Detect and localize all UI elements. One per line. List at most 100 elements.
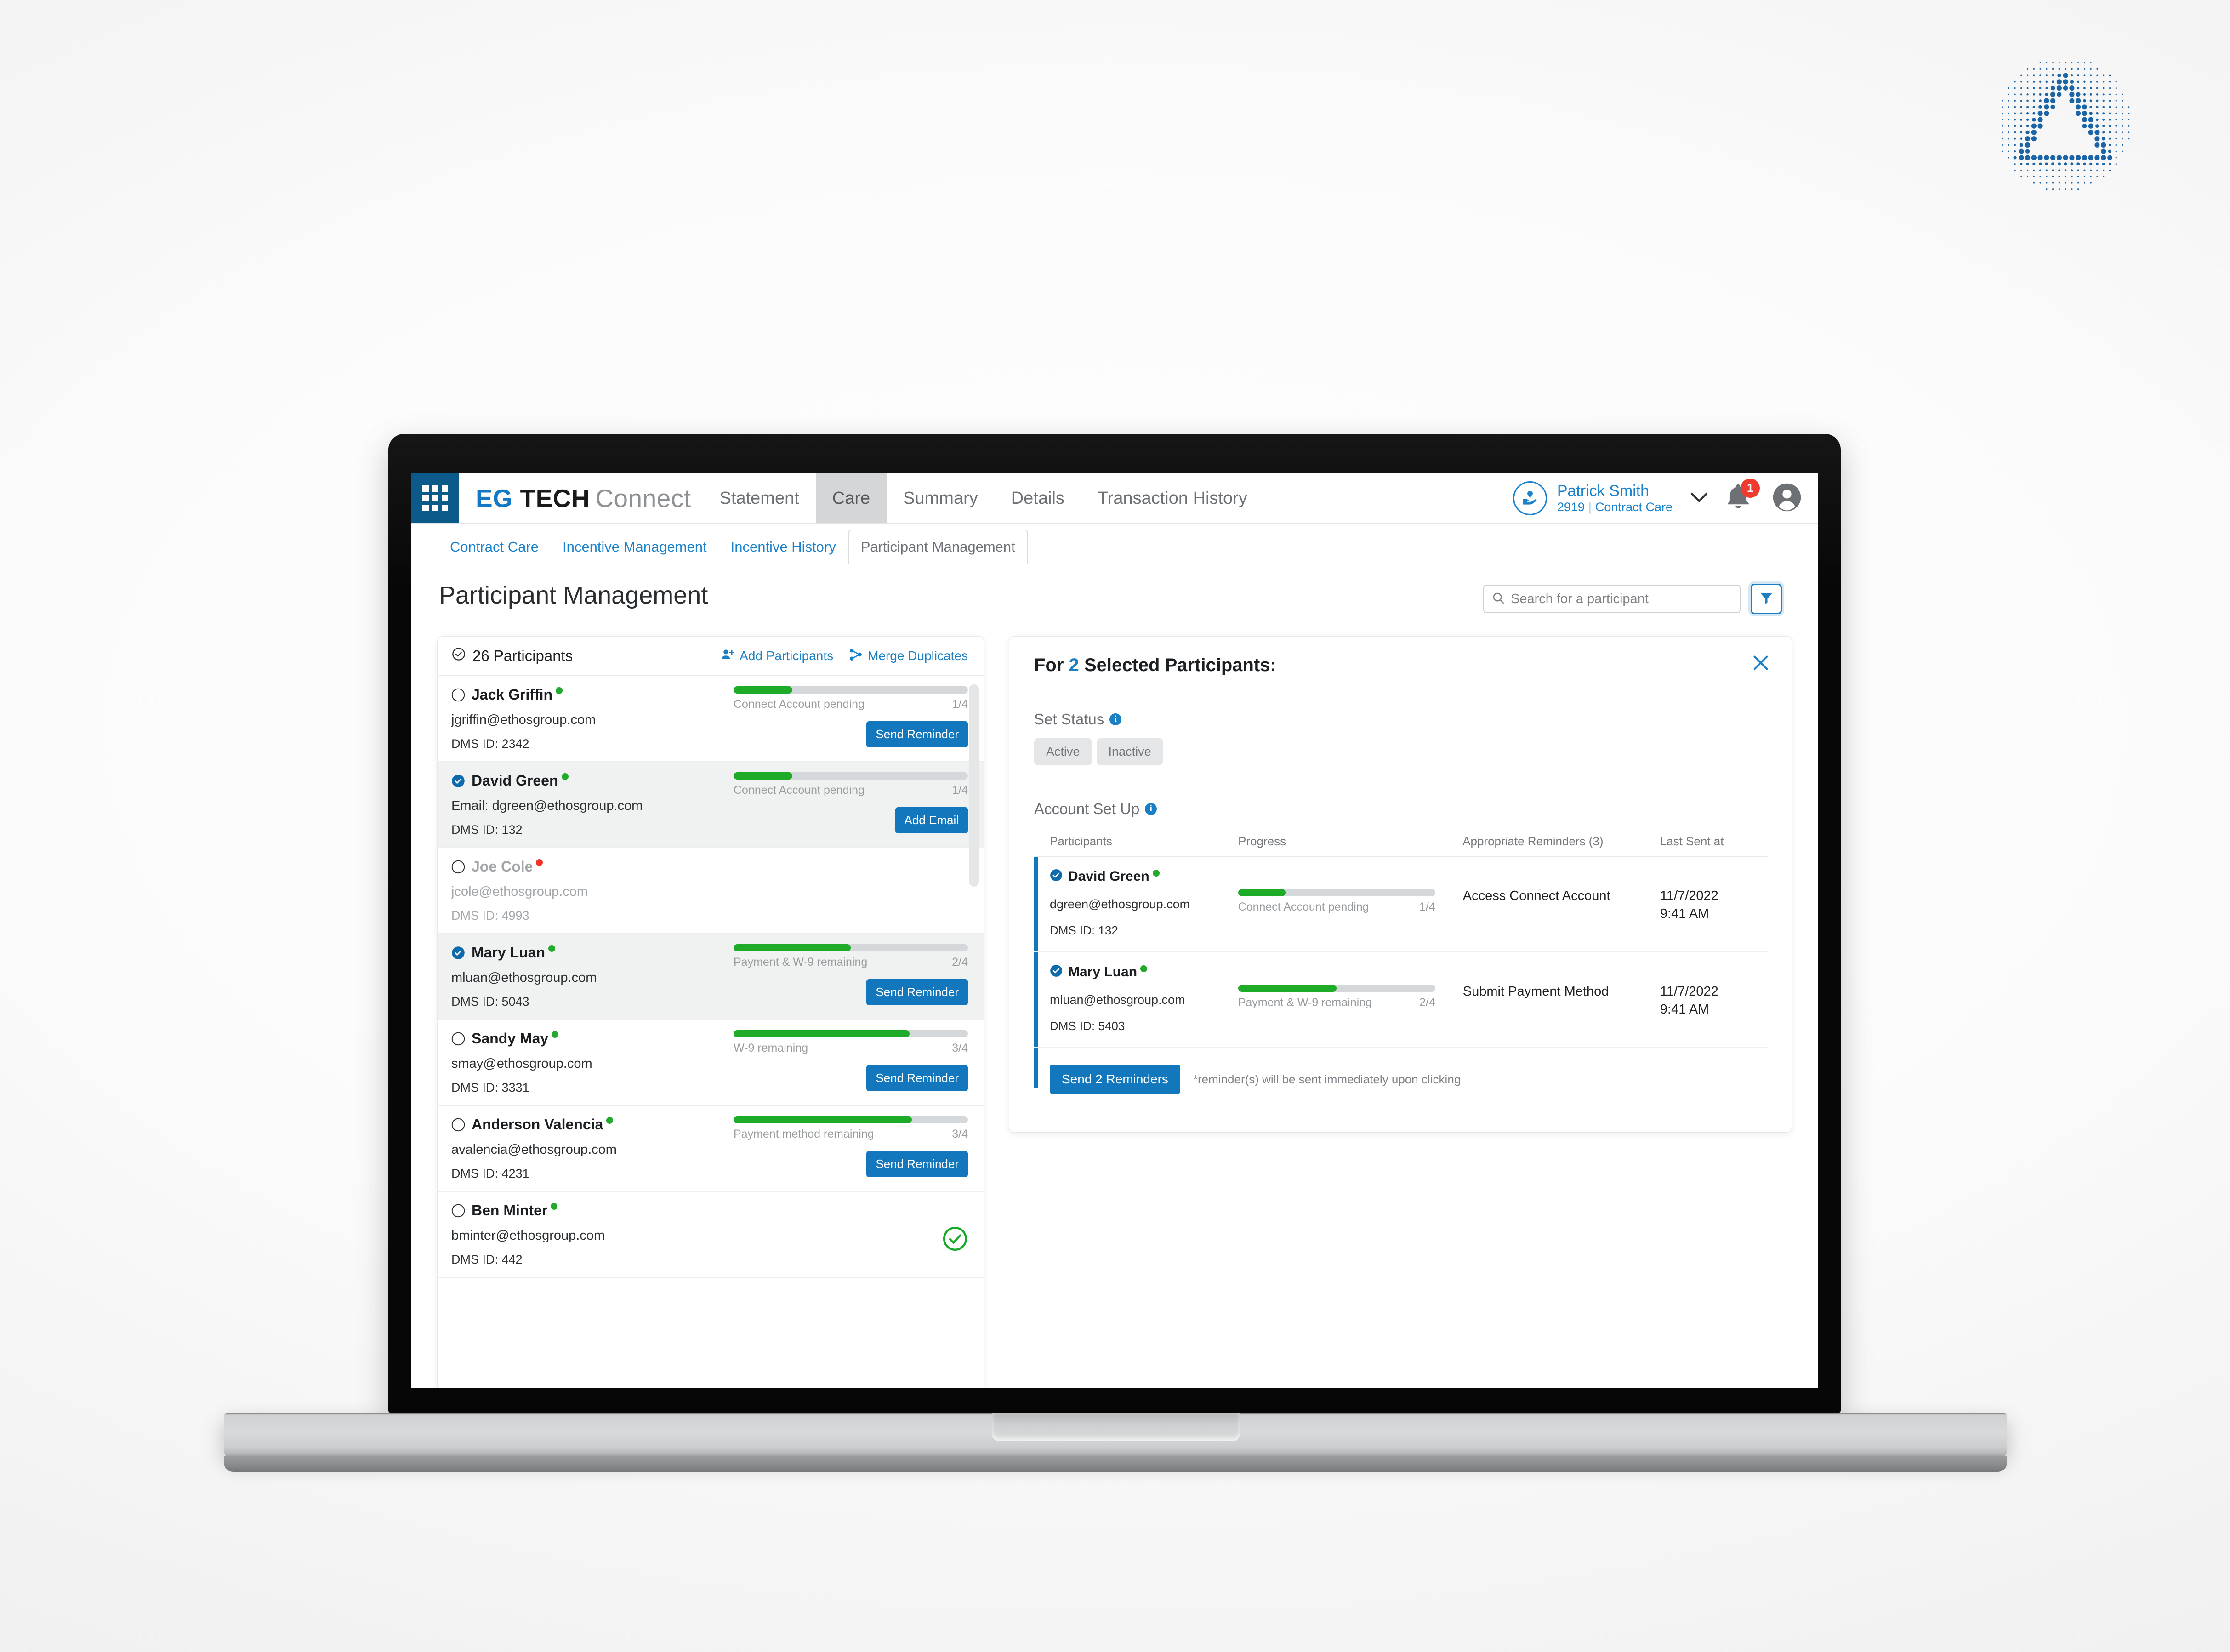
row-checkbox[interactable]	[451, 774, 465, 788]
panel-title: For 2 Selected Participants:	[1034, 655, 1768, 676]
last-sent-at: 11/7/2022 9:41 AM	[1660, 889, 1718, 921]
reminder-text: Access Connect Account	[1462, 889, 1610, 903]
row-checkbox[interactable]	[451, 1032, 465, 1046]
progress-meta: Payment & W-9 remaining 2/4	[1238, 996, 1435, 1009]
subtab-contract-care[interactable]: Contract Care	[438, 539, 551, 564]
participant-row[interactable]: Jack Griffin jgriffin@ethosgroup.com DMS I…	[438, 676, 984, 762]
progress-meta: Connect Account pending 1/4	[734, 698, 968, 711]
close-icon[interactable]	[1750, 652, 1771, 676]
user-badge[interactable]: Patrick Smith 2919 | Contract Care	[1513, 481, 1672, 515]
nav-item-summary[interactable]: Summary	[887, 473, 995, 523]
row-action-button[interactable]: Send Reminder	[866, 1151, 968, 1177]
row-action-button[interactable]: Add Email	[895, 807, 968, 833]
participant-name-row: Joe Cole	[451, 858, 727, 875]
app-grid-button[interactable]	[411, 473, 459, 523]
plant-in-hand-icon	[1513, 481, 1547, 515]
notification-badge: 1	[1741, 479, 1760, 498]
row-accent-bar	[1034, 857, 1038, 951]
setup-table-row: Mary Luan mluan@ethosgroup.com DMS ID: 540…	[1034, 952, 1768, 1048]
row-checkbox[interactable]	[1050, 964, 1063, 981]
row-checkbox[interactable]	[451, 860, 465, 874]
row-action-button[interactable]: Send Reminder	[866, 721, 968, 747]
panel-title-suffix: Selected Participants:	[1084, 655, 1276, 675]
user-subtitle: 2919 | Contract Care	[1557, 500, 1672, 515]
row-checkbox[interactable]	[451, 1204, 465, 1218]
progress-fraction: 3/4	[952, 1128, 968, 1140]
info-icon[interactable]: i	[1109, 713, 1122, 725]
subtab-incentive-management[interactable]: Incentive Management	[551, 539, 719, 564]
content-area: 26 Participants Add Participants Merge D…	[411, 631, 1818, 1388]
status-options: Active Inactive	[1034, 738, 1768, 765]
nav-item-transaction-history[interactable]: Transaction History	[1081, 473, 1264, 523]
participant-row[interactable]: Anderson Valencia avalencia@ethosgroup.co…	[438, 1106, 984, 1192]
completed-badge	[734, 1202, 968, 1252]
status-dot	[1152, 870, 1160, 877]
merge-duplicates-button[interactable]: Merge Duplicates	[849, 648, 968, 665]
info-icon[interactable]: i	[1145, 803, 1157, 815]
participant-progress-cell: Connect Account pending 1/4 Send Reminder	[727, 686, 968, 751]
participant-name-row: Anderson Valencia	[451, 1116, 727, 1133]
progress-label: Payment & W-9 remaining	[1238, 996, 1372, 1009]
filter-icon	[1758, 590, 1774, 608]
progress-fraction: 1/4	[952, 784, 968, 797]
progress-fraction: 1/4	[952, 698, 968, 711]
participant-row[interactable]: Mary Luan mluan@ethosgroup.com DMS ID: 504…	[438, 934, 984, 1020]
select-all-icon[interactable]	[451, 647, 466, 665]
merge-duplicates-label: Merge Duplicates	[868, 649, 968, 663]
progress-label: Connect Account pending	[734, 784, 865, 797]
status-dot	[561, 773, 569, 780]
list-scrollbar[interactable]	[969, 684, 979, 887]
account-setup-label-row: Account Set Up i	[1034, 800, 1768, 818]
status-active-button[interactable]: Active	[1034, 738, 1092, 765]
subtab-incentive-history[interactable]: Incentive History	[719, 539, 848, 564]
row-action-button[interactable]: Send Reminder	[866, 979, 968, 1005]
progress-meta: Payment & W-9 remaining 2/4	[734, 956, 968, 969]
add-participants-button[interactable]: Add Participants	[721, 648, 833, 665]
participant-name-row: Sandy May	[451, 1030, 727, 1047]
participant-dms-id: DMS ID: 4993	[451, 909, 529, 923]
row-checkbox[interactable]	[451, 1118, 465, 1132]
row-checkbox[interactable]	[451, 688, 465, 702]
progress-meta: Payment method remaining 3/4	[734, 1128, 968, 1141]
participant-dms-id: DMS ID: 442	[451, 1253, 523, 1266]
sub-tab-bar: Contract Care Incentive Management Incen…	[411, 524, 1818, 564]
status-inactive-button[interactable]: Inactive	[1096, 738, 1163, 765]
setup-participant-name-row: David Green	[1050, 869, 1238, 885]
setup-participant-name: David Green	[1068, 869, 1149, 884]
progress-meta: Connect Account pending 1/4	[734, 784, 968, 797]
chevron-down-icon[interactable]	[1688, 490, 1710, 507]
progress-bar	[734, 686, 968, 694]
row-checkbox[interactable]	[451, 946, 465, 960]
account-setup-section: Account Set Up i Participants Progress A…	[1034, 800, 1768, 1094]
progress-fraction: 2/4	[952, 956, 968, 968]
list-action-links: Add Participants Merge Duplicates	[721, 648, 968, 665]
participants-rows: Jack Griffin jgriffin@ethosgroup.com DMS I…	[438, 676, 984, 1278]
setup-participant-name-row: Mary Luan	[1050, 964, 1238, 981]
search-input[interactable]: Search for a participant	[1483, 585, 1741, 613]
nav-item-care[interactable]: Care	[815, 473, 887, 523]
avatar[interactable]	[1772, 482, 1802, 515]
notifications-button[interactable]: 1	[1724, 479, 1760, 514]
status-dot	[551, 1203, 558, 1210]
user-divider: |	[1588, 500, 1592, 514]
participant-progress-cell: Connect Account pending 1/4 Add Email	[727, 772, 968, 837]
setup-participant-dms-id: DMS ID: 5403	[1050, 1019, 1125, 1033]
participant-row[interactable]: Ben Minter bminter@ethosgroup.com DMS ID: …	[438, 1192, 984, 1278]
participant-row[interactable]: David Green Email: dgreen@ethosgroup.com D…	[438, 762, 984, 848]
participant-row[interactable]: Sandy May smay@ethosgroup.com DMS ID: 3331…	[438, 1020, 984, 1106]
send-reminders-button[interactable]: Send 2 Reminders	[1050, 1065, 1180, 1094]
subtab-participant-management[interactable]: Participant Management	[848, 530, 1028, 564]
nav-item-statement[interactable]: Statement	[703, 473, 816, 523]
participant-dms-id: DMS ID: 5043	[451, 995, 529, 1008]
filter-button[interactable]	[1751, 584, 1782, 614]
row-checkbox[interactable]	[1050, 869, 1063, 885]
participant-row[interactable]: Joe Cole jcole@ethosgroup.com DMS ID: 4993	[438, 848, 984, 934]
row-action-button[interactable]: Send Reminder	[866, 1065, 968, 1091]
add-participants-label: Add Participants	[740, 649, 834, 663]
progress-bar	[734, 944, 968, 951]
nav-item-details[interactable]: Details	[995, 473, 1081, 523]
participant-email: bminter@ethosgroup.com	[451, 1228, 605, 1243]
last-sent-at: 11/7/2022 9:41 AM	[1660, 984, 1718, 1017]
participant-name: Jack Griffin	[472, 686, 553, 703]
top-navigation-bar: EG TECH Connect Statement Care Summary D…	[411, 473, 1818, 524]
